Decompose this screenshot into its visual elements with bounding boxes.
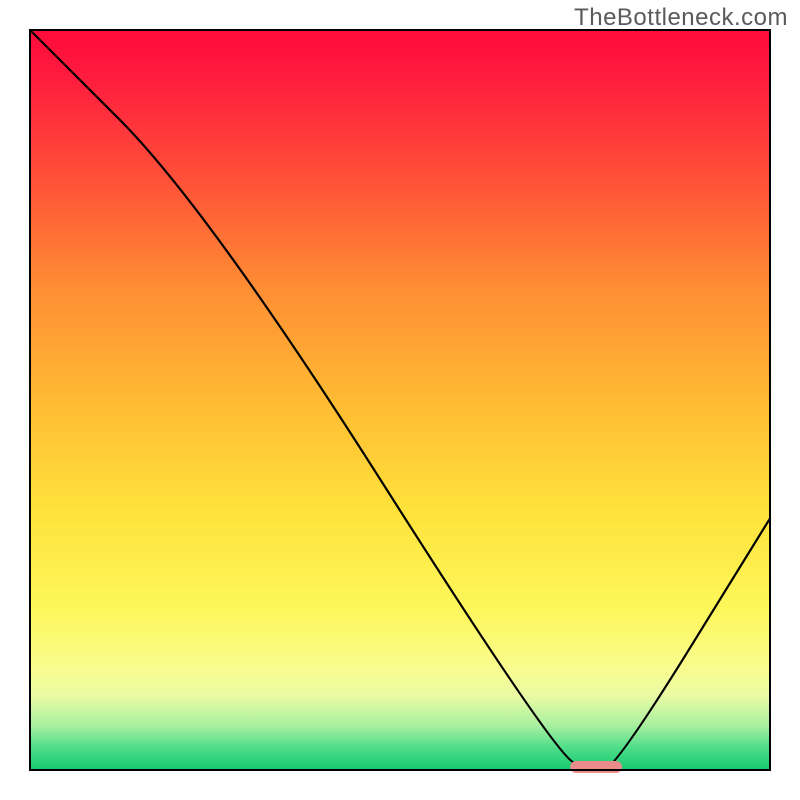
optimal-range-marker: [570, 761, 622, 773]
watermark-text: TheBottleneck.com: [574, 4, 788, 32]
bottleneck-chart: [0, 0, 800, 800]
chart-stage: TheBottleneck.com: [0, 0, 800, 800]
